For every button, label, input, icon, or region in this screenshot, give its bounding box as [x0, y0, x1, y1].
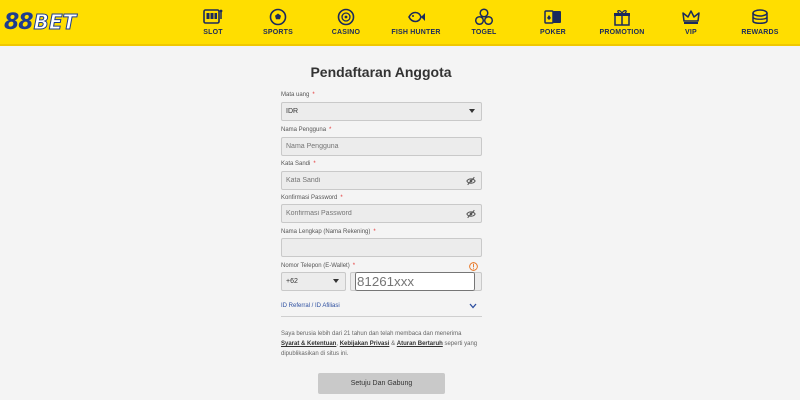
nav-item-slot[interactable]: SLOT [178, 6, 248, 42]
phone-country-code-select[interactable]: +62 [281, 272, 346, 291]
soccer-ball-icon [269, 8, 287, 26]
phone-label-text: Nomor Telepon (E-Wallet) [281, 263, 350, 269]
nav-label: CASINO [331, 29, 361, 36]
confirm-password-label-text: Konfirmasi Password [281, 195, 338, 201]
playing-cards-icon [544, 10, 561, 24]
terms-text: Saya berusia lebih dari 21 tahun dan tel… [281, 329, 491, 359]
terms-sep-1: , [336, 341, 339, 347]
full-name-label: Nama Lengkap (Nama Rekening) * [281, 229, 376, 235]
roulette-icon [337, 8, 355, 26]
terms-conditions-link[interactable]: Syarat & Ketentuan [281, 341, 336, 347]
nav-label: TOGEL [471, 29, 497, 36]
required-marker: * [329, 127, 332, 133]
chevron-down-icon [469, 303, 477, 309]
crown-icon [682, 10, 700, 24]
chevron-down-icon [469, 109, 475, 113]
referral-toggle[interactable]: ID Referral / ID Afiliasi [281, 301, 482, 317]
nav-item-vip[interactable]: VIP [656, 6, 726, 42]
terms-text-1: Saya berusia lebih dari 21 tahun dan tel… [281, 331, 462, 337]
logo-text: BET [33, 10, 77, 35]
betting-rules-link[interactable]: Aturan Bertaruh [397, 341, 443, 347]
nav-item-fish-hunter[interactable]: FISH HUNTER [381, 6, 451, 42]
required-marker: * [312, 92, 315, 98]
currency-value: IDR [286, 108, 299, 115]
required-marker: * [313, 161, 316, 167]
gift-icon [614, 10, 630, 26]
terms-sep-2: & [391, 341, 396, 347]
confirm-password-field[interactable] [281, 204, 482, 223]
nav-label: SPORTS [263, 29, 293, 36]
slot-machine-icon [203, 9, 223, 24]
page-title: Pendaftaran Anggota [310, 64, 452, 80]
username-input[interactable] [286, 143, 456, 150]
required-marker: * [352, 263, 356, 269]
main-nav: SLOT SPORTS CASINO FISH HUNTER TOGEL POK… [178, 6, 798, 42]
info-icon[interactable] [469, 262, 478, 271]
nav-label: PROMOTION [599, 29, 645, 36]
nav-label: SLOT [203, 29, 223, 36]
full-name-field[interactable] [281, 238, 482, 257]
nav-label: POKER [540, 29, 566, 36]
phone-number-input[interactable] [355, 272, 475, 291]
required-marker: * [373, 229, 376, 235]
nav-item-rewards[interactable]: REWARDS [725, 6, 795, 42]
nav-label: VIP [685, 29, 697, 36]
phone-label: Nomor Telepon (E-Wallet) * [281, 263, 355, 269]
nav-item-poker[interactable]: POKER [518, 6, 588, 42]
referral-label: ID Referral / ID Afiliasi [281, 303, 340, 309]
nav-label: FISH HUNTER [391, 29, 441, 36]
nav-label: REWARDS [741, 29, 779, 36]
coins-icon [752, 9, 768, 24]
required-marker: * [340, 195, 343, 201]
confirm-password-label: Konfirmasi Password * [281, 195, 343, 201]
currency-label-text: Mata uang [281, 92, 310, 98]
full-name-input[interactable] [286, 244, 456, 251]
nav-item-casino[interactable]: CASINO [311, 6, 381, 42]
chevron-down-icon [333, 279, 339, 283]
nav-item-promotion[interactable]: PROMOTION [587, 6, 657, 42]
agree-and-join-button[interactable]: Setuju Dan Gabung [318, 373, 445, 394]
nav-item-togel[interactable]: TOGEL [449, 6, 519, 42]
privacy-policy-link[interactable]: Kebijakan Privasi [340, 341, 390, 347]
password-label: Kata Sandi * [281, 161, 316, 167]
eye-slash-icon[interactable] [466, 209, 476, 219]
confirm-password-input[interactable] [286, 210, 456, 217]
top-header: 88 BET SLOT SPORTS CASINO FISH HUNTER TO… [0, 0, 800, 46]
currency-label: Mata uang * [281, 92, 315, 98]
phone-number-field[interactable] [350, 272, 482, 291]
phone-code-value: +62 [286, 278, 298, 285]
lottery-balls-icon [474, 8, 494, 26]
currency-select[interactable]: IDR [281, 102, 482, 121]
username-field[interactable] [281, 137, 482, 156]
site-logo[interactable]: 88 BET [4, 9, 77, 35]
nav-item-sports[interactable]: SPORTS [243, 6, 313, 42]
eye-slash-icon[interactable] [466, 176, 476, 186]
fish-icon [408, 11, 425, 23]
password-field[interactable] [281, 171, 482, 190]
password-input[interactable] [286, 177, 456, 184]
logo-number: 88 [4, 9, 34, 35]
password-label-text: Kata Sandi [281, 161, 311, 167]
username-label: Nama Pengguna * [281, 127, 331, 133]
username-label-text: Nama Pengguna [281, 127, 327, 133]
full-name-label-text: Nama Lengkap (Nama Rekening) [281, 229, 371, 235]
